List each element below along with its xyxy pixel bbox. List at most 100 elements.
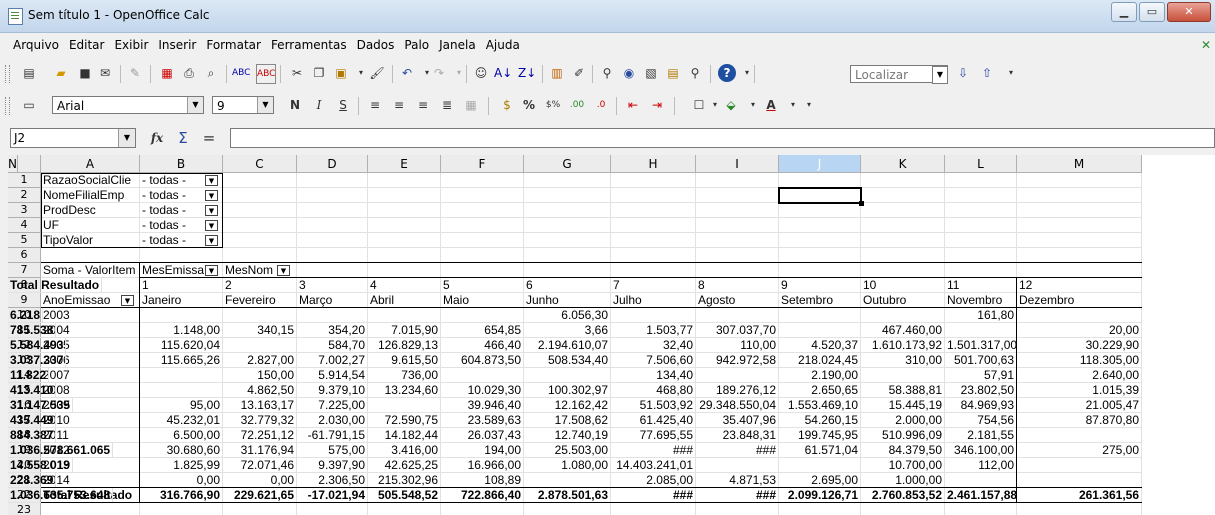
value-cell[interactable] xyxy=(223,308,297,323)
month-name[interactable]: Setembro xyxy=(779,293,861,308)
row-total[interactable]: 14.558.019 xyxy=(8,458,74,473)
sum-icon[interactable]: Σ xyxy=(174,129,192,147)
filter-dropdown-icon[interactable]: ▼ xyxy=(205,220,218,231)
standard-format-icon[interactable]: $% xyxy=(544,96,562,114)
value-cell[interactable]: 115.665,26 xyxy=(140,353,223,368)
value-cell[interactable]: 1.015,39 xyxy=(1017,383,1142,398)
grand-total-value[interactable]: ### xyxy=(611,488,696,503)
cell[interactable] xyxy=(611,503,696,515)
cell[interactable] xyxy=(41,248,140,263)
function-icon[interactable]: = xyxy=(200,129,218,147)
hyperlink-icon[interactable]: ☺ xyxy=(472,64,490,82)
cell[interactable] xyxy=(41,503,140,515)
cell[interactable] xyxy=(945,218,1017,233)
value-cell[interactable] xyxy=(223,338,297,353)
sort-descending-icon[interactable]: Z↓ xyxy=(518,64,536,82)
cell[interactable] xyxy=(1017,248,1142,263)
month-name[interactable]: Fevereiro xyxy=(223,293,297,308)
cell[interactable] xyxy=(1017,233,1142,248)
cell[interactable] xyxy=(1017,263,1142,278)
value-cell[interactable]: 13.163,17 xyxy=(223,398,297,413)
cell[interactable] xyxy=(524,233,611,248)
navigator-icon[interactable]: ◉ xyxy=(620,64,638,82)
value-cell[interactable]: 2.181,55 xyxy=(945,428,1017,443)
value-cell[interactable]: 2.000,00 xyxy=(861,413,945,428)
filter-dropdown-icon[interactable]: ▼ xyxy=(205,175,218,186)
column-header-j[interactable]: J xyxy=(779,155,861,173)
sort-ascending-icon[interactable]: A↓ xyxy=(494,64,512,82)
value-cell[interactable]: 23.589,63 xyxy=(441,413,524,428)
month-number[interactable]: 5 xyxy=(441,278,524,293)
month-name[interactable]: Agosto xyxy=(696,293,779,308)
grand-total-value[interactable]: 2.760.853,52 xyxy=(861,488,945,503)
cell[interactable] xyxy=(696,188,779,203)
value-cell[interactable]: 17.508,62 xyxy=(524,413,611,428)
value-cell[interactable] xyxy=(611,308,696,323)
percent-format-icon[interactable]: % xyxy=(520,96,538,114)
value-cell[interactable]: 307.037,70 xyxy=(696,323,779,338)
value-cell[interactable]: 654,85 xyxy=(441,323,524,338)
cell[interactable] xyxy=(441,248,524,263)
row-header[interactable]: 4 xyxy=(8,218,41,233)
grand-total-value[interactable]: 261.361,56 xyxy=(1017,488,1142,503)
cell[interactable] xyxy=(297,233,368,248)
cell[interactable] xyxy=(297,263,368,278)
value-cell[interactable]: 5.914,54 xyxy=(297,368,368,383)
cell[interactable] xyxy=(1017,503,1142,515)
value-cell[interactable] xyxy=(779,458,861,473)
grand-total-value[interactable]: 722.866,40 xyxy=(441,488,524,503)
copy-icon[interactable]: ❐ xyxy=(310,64,328,82)
value-cell[interactable]: 77.695,55 xyxy=(611,428,696,443)
cell[interactable] xyxy=(524,188,611,203)
grand-total-value[interactable]: 505.548,52 xyxy=(368,488,441,503)
menu-janela[interactable]: Janela xyxy=(434,36,481,54)
month-number[interactable]: 7 xyxy=(611,278,696,293)
find-previous-icon[interactable]: ⇧ xyxy=(978,64,996,82)
value-cell[interactable]: 4.862,50 xyxy=(223,383,297,398)
menu-inserir[interactable]: Inserir xyxy=(153,36,201,54)
month-number[interactable]: 6 xyxy=(524,278,611,293)
row-header[interactable]: 2 xyxy=(8,188,41,203)
column-field-dropdown-icon[interactable]: ▼ xyxy=(277,265,290,276)
value-cell[interactable]: 7.002,27 xyxy=(297,353,368,368)
add-decimal-icon[interactable]: .00 xyxy=(568,96,586,114)
increase-indent-icon[interactable]: ⇥ xyxy=(648,96,666,114)
filter-dropdown-icon[interactable]: ▼ xyxy=(205,205,218,216)
cell[interactable] xyxy=(1017,203,1142,218)
value-cell[interactable] xyxy=(861,308,945,323)
month-name[interactable]: Abril xyxy=(368,293,441,308)
cell[interactable] xyxy=(223,248,297,263)
cell[interactable] xyxy=(779,503,861,515)
filter-dropdown-icon[interactable]: ▼ xyxy=(205,235,218,246)
value-cell[interactable]: ### xyxy=(696,443,779,458)
justify-icon[interactable]: ≣ xyxy=(438,96,456,114)
row-field-dropdown-icon[interactable]: ▼ xyxy=(121,295,134,306)
menu-dados[interactable]: Dados xyxy=(352,36,400,54)
row-header[interactable]: 9 xyxy=(8,293,41,308)
month-number[interactable]: 1 xyxy=(140,278,223,293)
value-cell[interactable]: 100.302,97 xyxy=(524,383,611,398)
cell[interactable] xyxy=(441,188,524,203)
month-name[interactable]: Novembro xyxy=(945,293,1017,308)
row-header[interactable]: 1 xyxy=(8,173,41,188)
value-cell[interactable]: 12.162,42 xyxy=(524,398,611,413)
value-cell[interactable]: 23.848,31 xyxy=(696,428,779,443)
cell[interactable] xyxy=(297,248,368,263)
month-number[interactable]: 11 xyxy=(945,278,1017,293)
value-cell[interactable]: 112,00 xyxy=(945,458,1017,473)
value-cell[interactable]: 13.234,60 xyxy=(368,383,441,398)
toolbar-overflow-icon[interactable]: ▾ xyxy=(1002,64,1020,82)
grand-total-value[interactable]: 2.099.126,71 xyxy=(779,488,861,503)
value-cell[interactable]: 2.640,00 xyxy=(1017,368,1142,383)
paste-icon[interactable]: ▣ xyxy=(332,64,350,82)
cell[interactable] xyxy=(1017,218,1142,233)
menu-ferramentas[interactable]: Ferramentas xyxy=(266,36,352,54)
month-name[interactable]: Março xyxy=(297,293,368,308)
value-cell[interactable]: 12.740,19 xyxy=(524,428,611,443)
filter-label[interactable]: UF xyxy=(41,218,140,233)
cell[interactable] xyxy=(368,188,441,203)
cell[interactable] xyxy=(140,308,223,323)
row-total[interactable]: 228.369 xyxy=(8,473,57,488)
value-cell[interactable] xyxy=(1017,473,1142,488)
delete-decimal-icon[interactable]: .0 xyxy=(592,96,610,114)
